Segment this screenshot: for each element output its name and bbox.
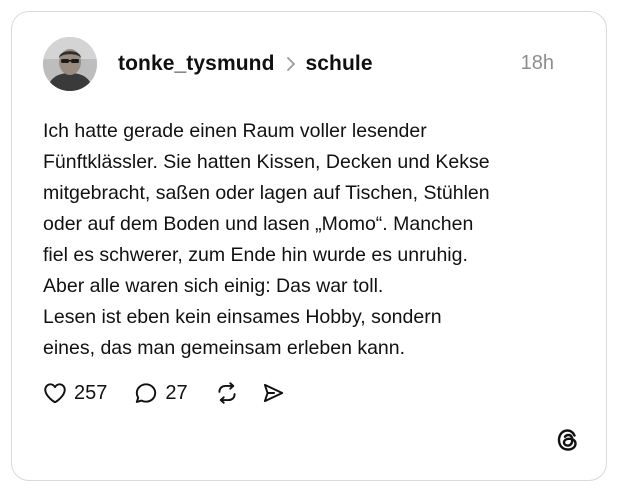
post-header: tonke_tysmund schule xyxy=(118,50,373,78)
post-text-line: oder auf dem Boden und lasen „Momo“. Man… xyxy=(43,213,474,235)
post-text-line: Lesen ist eben kein einsames Hobby, sond… xyxy=(43,306,442,328)
repost-icon xyxy=(218,382,236,404)
send-icon xyxy=(263,383,283,403)
heart-icon xyxy=(44,383,66,404)
avatar[interactable] xyxy=(43,37,97,91)
action-bar: 257 27 xyxy=(42,377,286,409)
community-link[interactable]: schule xyxy=(306,52,373,76)
like-button[interactable]: 257 xyxy=(42,380,107,406)
comment-icon xyxy=(136,383,157,403)
like-count: 257 xyxy=(74,381,108,404)
avatar-photo xyxy=(43,37,97,91)
threads-logo-icon xyxy=(554,426,582,454)
repost-button[interactable] xyxy=(214,380,240,406)
username[interactable]: tonke_tysmund xyxy=(118,52,275,76)
post-text-line: fiel es schwerer, zum Ende hin wurde es … xyxy=(43,244,468,266)
reply-button[interactable]: 27 xyxy=(133,380,188,406)
reply-count: 27 xyxy=(165,381,188,404)
post-text-line: Fünftklässler. Sie hatten Kissen, Decken… xyxy=(43,151,490,173)
post-text-line: Aber alle waren sich einig: Das war toll… xyxy=(43,275,384,297)
post-timestamp: 18h xyxy=(520,52,554,74)
post-text-line: eines, das man gemeinsam erleben kann. xyxy=(43,337,406,359)
post-text: Ich hatte gerade einen Raum voller lesen… xyxy=(43,116,588,364)
post-card: tonke_tysmund schule 18h Ich hatte gerad… xyxy=(11,11,607,481)
post-text-line: mitgebracht, saßen oder lagen auf Tische… xyxy=(43,182,490,204)
share-button[interactable] xyxy=(260,380,286,406)
chevron-right-icon xyxy=(286,56,296,72)
post-text-line: Ich hatte gerade einen Raum voller lesen… xyxy=(43,120,427,142)
